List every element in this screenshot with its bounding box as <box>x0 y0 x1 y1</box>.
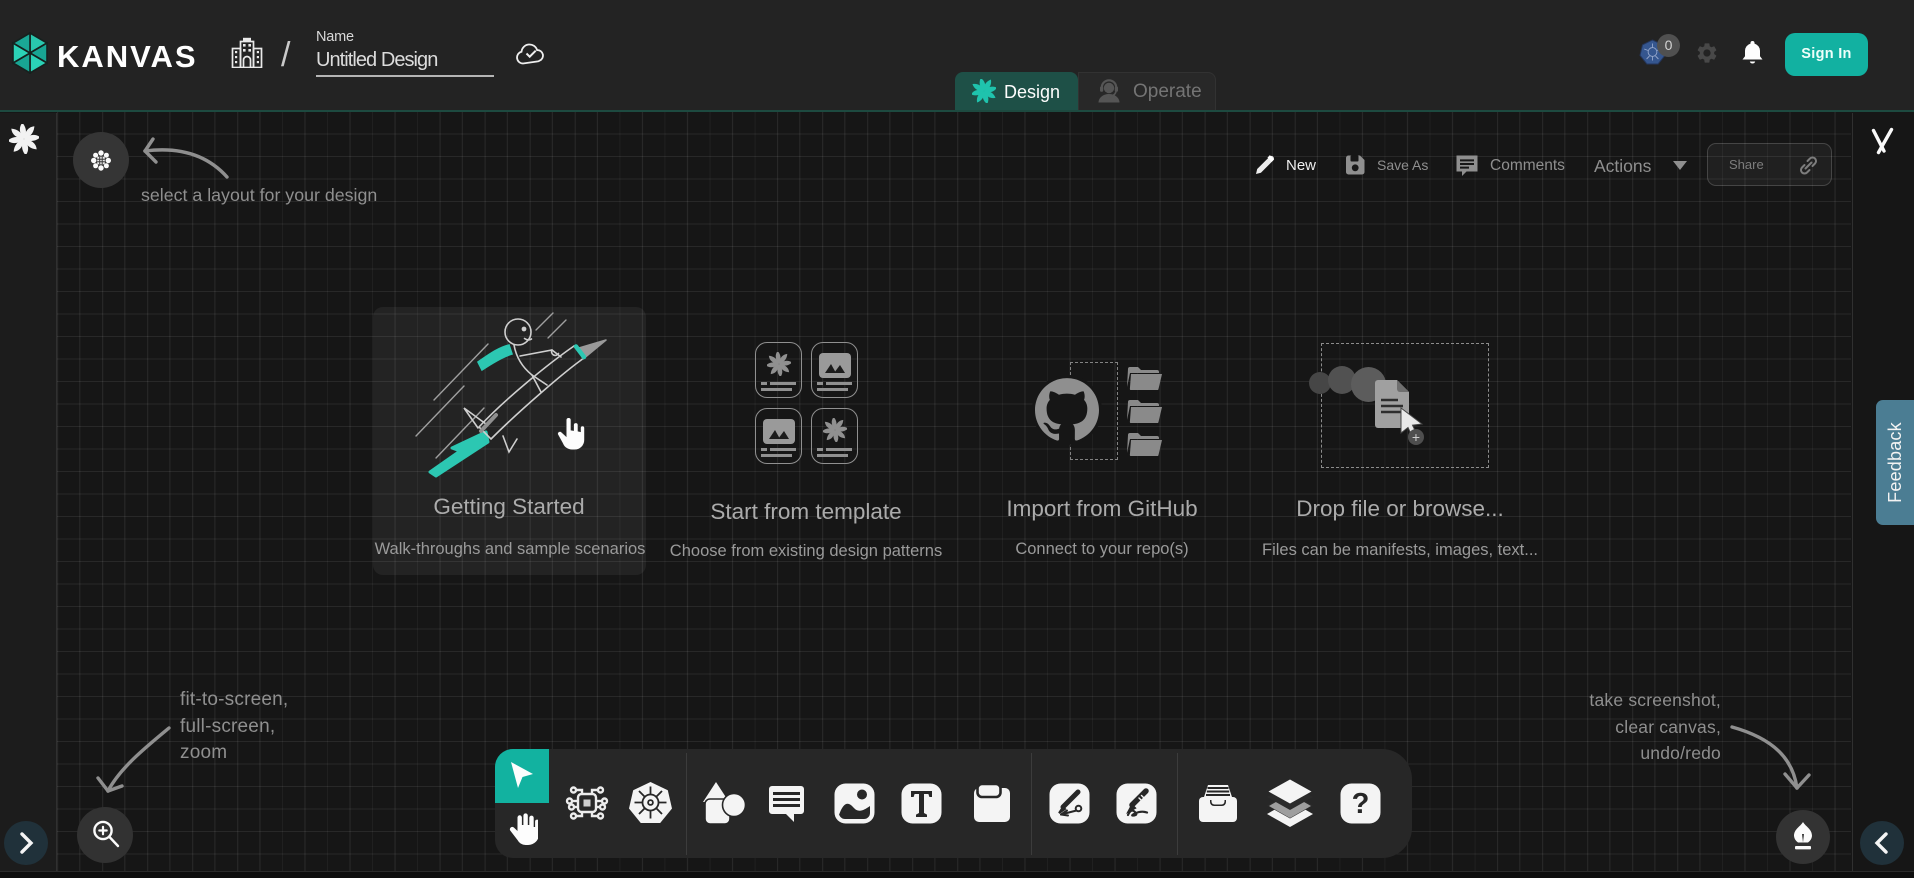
svg-text:?: ? <box>1352 788 1370 820</box>
